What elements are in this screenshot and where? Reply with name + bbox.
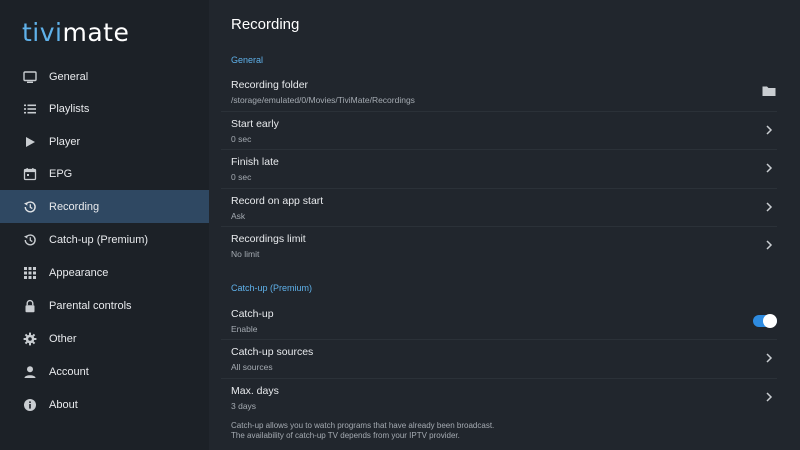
chevron-right-icon	[761, 350, 777, 366]
settings-panel: Recording General Recording folder /stor…	[209, 0, 800, 450]
sidebar: tivimate General Playlists Player EPG Re…	[0, 0, 209, 450]
chevron-right-icon	[761, 199, 777, 215]
logo-part-mate: mate	[62, 18, 130, 47]
sidebar-item-playlists[interactable]: Playlists	[0, 92, 209, 125]
catch-up-footnote: Catch-up allows you to watch programs th…	[231, 421, 494, 441]
list-icon	[23, 102, 37, 116]
sidebar-item-epg[interactable]: EPG	[0, 157, 209, 190]
footnote-line: Catch-up allows you to watch programs th…	[231, 421, 495, 430]
setting-record-on-app-start[interactable]: Record on app start Ask	[221, 189, 777, 227]
chevron-right-icon	[761, 389, 777, 405]
gear-icon	[23, 332, 37, 346]
sidebar-item-label: Appearance	[49, 266, 109, 279]
setting-finish-late[interactable]: Finish late 0 sec	[221, 150, 777, 188]
setting-max-days[interactable]: Max. days 3 days	[221, 379, 777, 417]
sidebar-item-label: General	[49, 70, 89, 83]
history-icon	[23, 233, 37, 247]
chevron-right-icon	[761, 237, 777, 253]
setting-title: Catch-up sources	[231, 346, 314, 358]
chevron-right-icon	[761, 160, 777, 176]
setting-value: All sources	[231, 362, 273, 372]
sidebar-item-label: Playlists	[49, 102, 90, 115]
setting-value: /storage/emulated/0/Movies/TiviMate/Reco…	[231, 95, 415, 105]
setting-title: Recordings limit	[231, 233, 306, 245]
setting-value: 0 sec	[231, 134, 252, 144]
setting-title: Record on app start	[231, 195, 324, 207]
folder-icon[interactable]	[761, 83, 777, 99]
app-logo: tivimate	[22, 18, 129, 47]
logo-part-tivi: tivi	[22, 18, 63, 47]
sidebar-item-label: EPG	[49, 167, 73, 180]
sidebar-item-account[interactable]: Account	[0, 355, 209, 388]
sidebar-item-parental-controls[interactable]: Parental controls	[0, 289, 209, 322]
setting-catch-up-sources[interactable]: Catch-up sources All sources	[221, 340, 777, 378]
info-icon	[23, 398, 37, 412]
grid-icon	[23, 266, 37, 280]
sidebar-item-label: Catch-up (Premium)	[49, 233, 149, 246]
setting-title: Recording folder	[231, 79, 309, 91]
section-header-general: General	[231, 55, 264, 65]
setting-value: 3 days	[231, 401, 257, 411]
catch-up-toggle[interactable]	[753, 314, 777, 328]
setting-title: Catch-up	[231, 308, 274, 320]
sidebar-item-player[interactable]: Player	[0, 125, 209, 158]
setting-recording-folder[interactable]: Recording folder /storage/emulated/0/Mov…	[221, 73, 777, 111]
setting-start-early[interactable]: Start early 0 sec	[221, 112, 777, 150]
setting-catch-up[interactable]: Catch-up Enable	[221, 302, 777, 340]
setting-value: Ask	[231, 211, 246, 221]
sidebar-item-label: Player	[49, 135, 81, 148]
sidebar-item-general[interactable]: General	[0, 60, 209, 93]
sidebar-item-label: Other	[49, 332, 77, 345]
sidebar-item-label: Account	[49, 365, 89, 378]
sidebar-item-appearance[interactable]: Appearance	[0, 256, 209, 289]
sidebar-item-other[interactable]: Other	[0, 322, 209, 355]
setting-value: 0 sec	[231, 172, 252, 182]
footnote-line: The availability of catch-up TV depends …	[231, 431, 460, 440]
tv-icon	[23, 70, 37, 84]
person-icon	[23, 365, 37, 379]
sidebar-item-recording[interactable]: Recording	[0, 190, 209, 223]
setting-title: Finish late	[231, 156, 279, 168]
sidebar-item-label: About	[49, 398, 78, 411]
section-header-catch-up: Catch-up (Premium)	[231, 283, 313, 293]
setting-title: Start early	[231, 118, 279, 130]
sidebar-item-about[interactable]: About	[0, 388, 209, 421]
setting-value: Enable	[231, 324, 258, 334]
calendar-icon	[23, 167, 37, 181]
sidebar-item-label: Parental controls	[49, 299, 132, 312]
sidebar-item-catch-up[interactable]: Catch-up (Premium)	[0, 223, 209, 256]
history-icon	[23, 200, 37, 214]
toggle-knob	[763, 314, 777, 328]
setting-title: Max. days	[231, 385, 279, 397]
chevron-right-icon	[761, 122, 777, 138]
page-title: Recording	[231, 16, 300, 33]
lock-icon	[23, 299, 37, 313]
play-icon	[23, 135, 37, 149]
setting-recordings-limit[interactable]: Recordings limit No limit	[221, 227, 777, 265]
setting-value: No limit	[231, 249, 260, 259]
sidebar-item-label: Recording	[49, 200, 100, 213]
